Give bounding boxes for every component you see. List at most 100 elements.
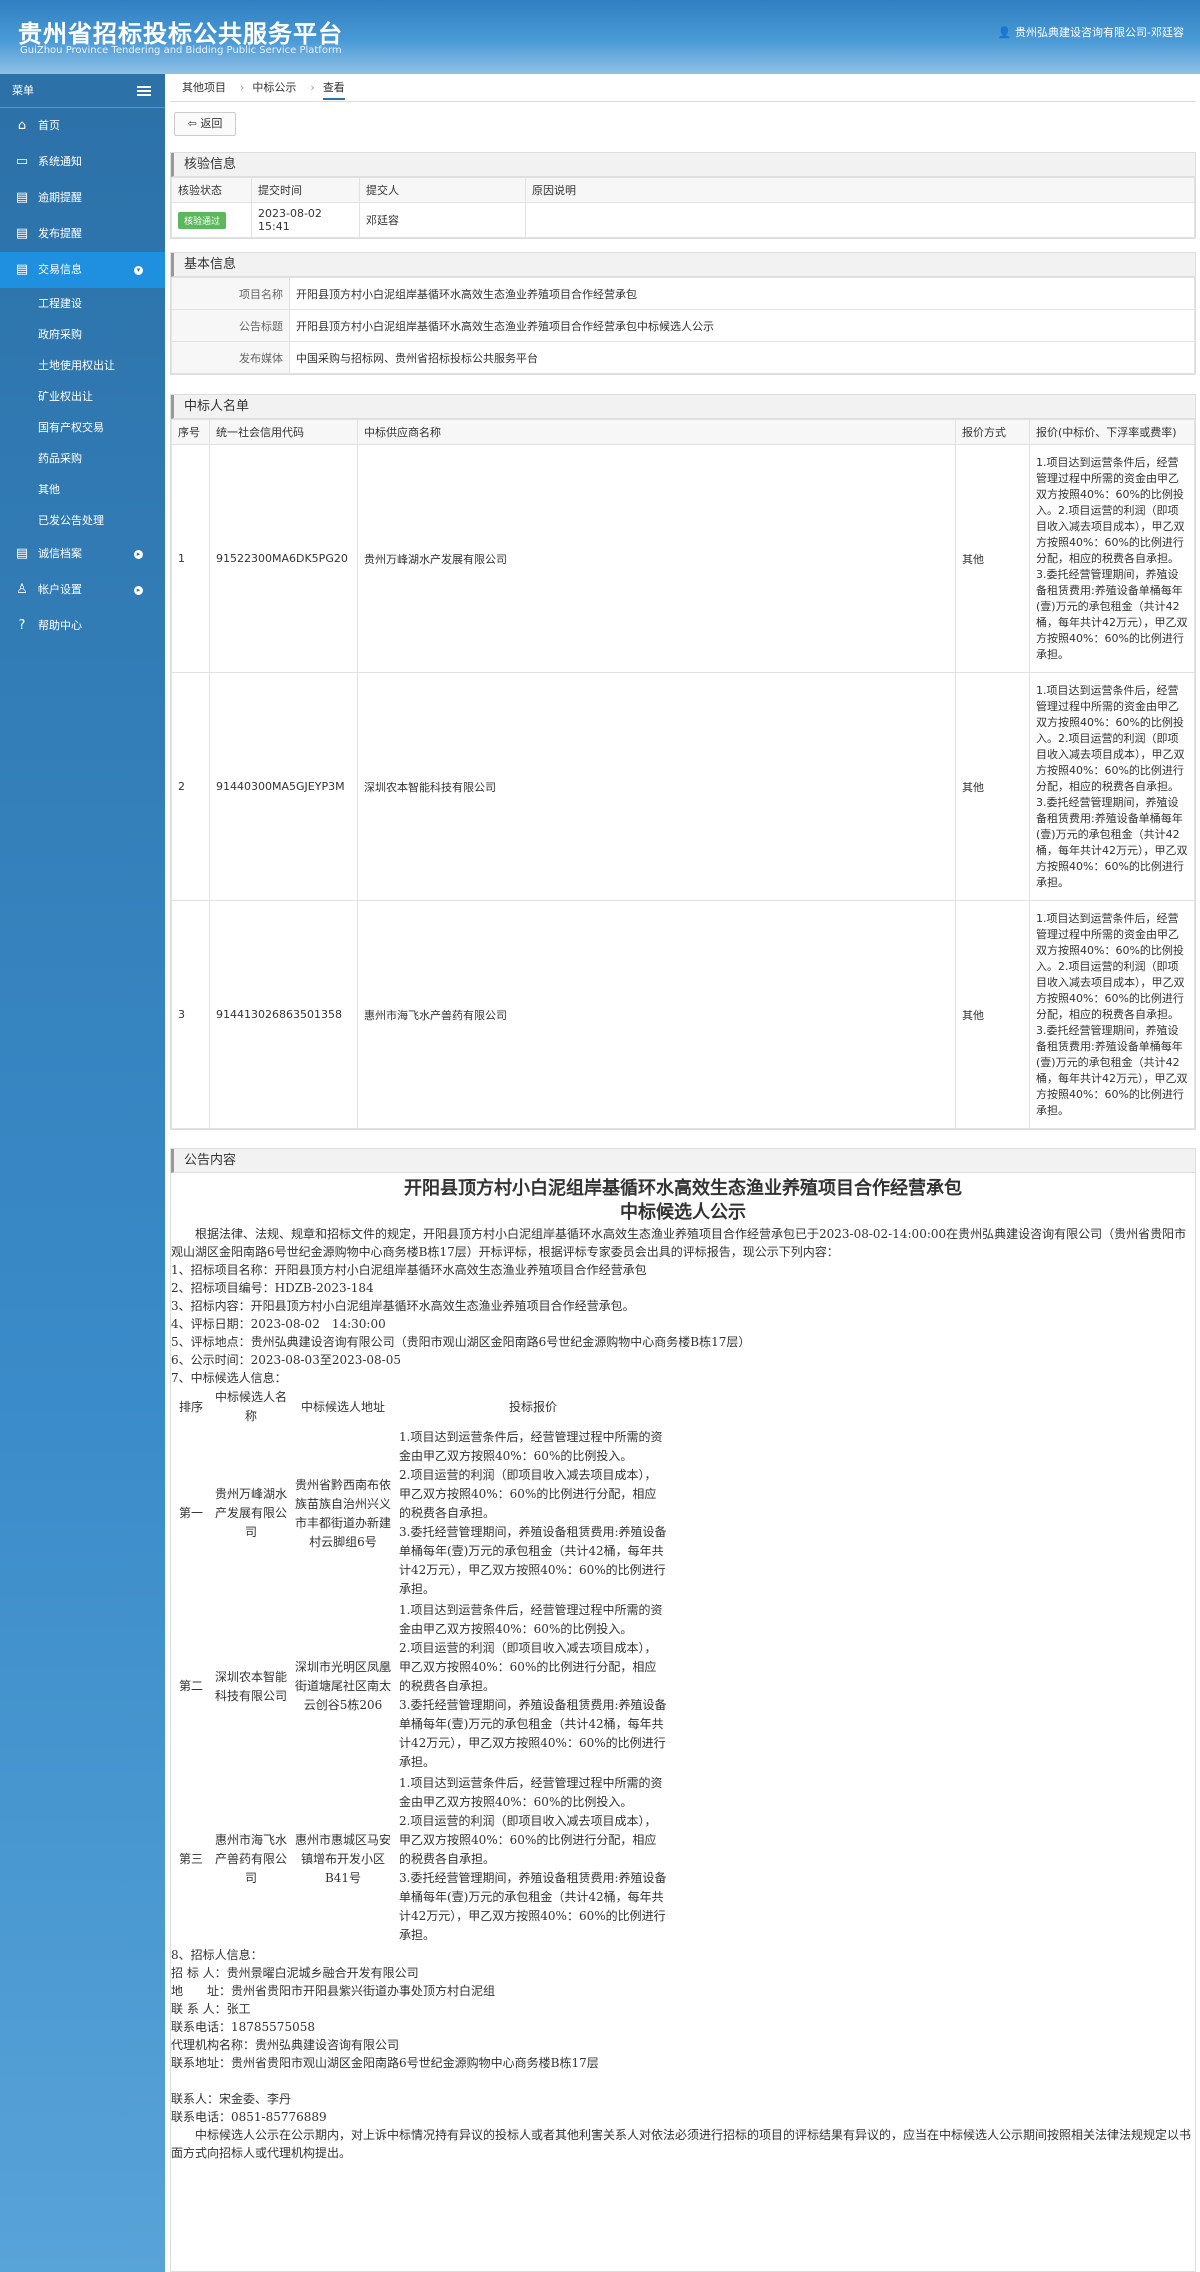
sidebar: 菜单 ⌂ 首页 ▭ 系统通知 ▤ 逾期提醒 ▤ 发布提醒 ▤ 交易信息 ▾ 工程建设 政府采… xyxy=(0,74,165,2272)
quote-line: 2.项目运营的利润（即项目收入减去项目成本），甲乙双方按照40%：60%的比例进… xyxy=(399,1641,657,1693)
table-row: 第一 贵州万峰湖水产发展有限公司 贵州省黔西南布依族苗族自治州兴义市丰都街道办新… xyxy=(171,1427,671,1600)
table-row: 1 91522300MA6DK5PG20 贵州万峰湖水产发展有限公司 其他 1.… xyxy=(171,444,1195,673)
column-header: 报价方式 xyxy=(955,419,1030,445)
site-subtitle: GuiZhou Province Tendering and Bidding P… xyxy=(20,45,342,56)
row-name: 深圳农本智能科技有限公司 xyxy=(357,672,956,901)
chevron-right-icon: ▸ xyxy=(134,550,143,559)
quote-line: 2.项目运营的利润（即项目收入减去项目成本），甲乙双方按照40%：60%的比例进… xyxy=(399,1814,657,1866)
sidebar-item-overdue[interactable]: ▤ 逾期提醒 xyxy=(0,180,165,216)
field-label: 项目名称 xyxy=(171,277,290,310)
chevron-down-icon: ▾ xyxy=(134,266,143,275)
basic-info-panel: 基本信息 项目名称 开阳县顶方村小白泥组岸基循环水高效生态渔业养殖项目合作经营承包… xyxy=(170,252,1196,375)
breadcrumb-item[interactable]: 其他项目 xyxy=(182,81,226,94)
sidebar-header: 菜单 xyxy=(0,74,165,108)
notice-item: 1、招标项目名称：开阳县顶方村小白泥组岸基循环水高效生态渔业养殖项目合作经营承包 xyxy=(171,1263,647,1277)
winners-panel: 中标人名单 序号 统一社会信用代码 中标供应商名称 报价方式 报价(中标价、下浮… xyxy=(170,394,1196,1130)
sidebar-item-label: 首页 xyxy=(38,119,60,132)
sidebar-item-account[interactable]: ♙ 帐户设置 ▸ xyxy=(0,572,165,608)
sidebar-subitem[interactable]: 已发公告处理 xyxy=(0,505,165,536)
field-label: 发布媒体 xyxy=(171,341,290,374)
table-row: 第三 惠州市海飞水产兽药有限公司 惠州市惠城区马安镇增布开发小区B41号 1.项… xyxy=(171,1773,671,1946)
sidebar-item-help[interactable]: ? 帮助中心 xyxy=(0,608,165,644)
row-remark: 1.项目达到运营条件后，经营管理过程中所需的资金由甲乙双方按照40%：60%的比… xyxy=(1029,444,1195,673)
breadcrumb: 其他项目 › 中标公示 › 查看 xyxy=(170,74,1196,102)
user-icon: ♙ xyxy=(16,582,28,597)
row-no: 1 xyxy=(171,444,210,673)
archive-icon: ▤ xyxy=(15,546,29,561)
notice-title-value: 开阳县顶方村小白泥组岸基循环水高效生态渔业养殖项目合作经营承包中标候选人公示 xyxy=(289,309,1195,342)
sidebar-item-label: 帐户设置 xyxy=(38,583,82,596)
contact-line xyxy=(171,2072,1195,2090)
row-name: 贵州万峰湖水产发展有限公司 xyxy=(357,444,956,673)
sidebar-item-credit[interactable]: ▤ 诚信档案 ▸ xyxy=(0,536,165,572)
quote-line: 1.项目达到运营条件后，经营管理过程中所需的资金由甲乙双方按照40%：60%的比… xyxy=(399,1776,663,1809)
candidate-quote: 1.项目达到运营条件后，经营管理过程中所需的资金由甲乙双方按照40%：60%的比… xyxy=(395,1600,671,1773)
back-button[interactable]: ⇦ 返回 xyxy=(174,112,236,136)
candidate-rank: 第三 xyxy=(178,1852,203,1866)
candidate-quote: 1.项目达到运营条件后，经营管理过程中所需的资金由甲乙双方按照40%：60%的比… xyxy=(395,1773,671,1946)
inbox-icon: ▤ xyxy=(15,262,29,277)
breadcrumb-current: 查看 xyxy=(322,81,345,100)
field-label: 公告标题 xyxy=(171,309,290,342)
column-header: 提交人 xyxy=(359,177,526,203)
row-no: 2 xyxy=(171,672,210,901)
sidebar-item-label: 交易信息 xyxy=(38,263,82,276)
user-menu[interactable]: 👤 贵州弘典建设咨询有限公司-邓廷容 xyxy=(998,24,1184,40)
sidebar-item-label: 系统通知 xyxy=(38,155,82,168)
back-icon: ⇦ xyxy=(187,117,197,130)
contact-line: 招 标 人：贵州景曜白泥城乡融合开发有限公司 xyxy=(171,1966,419,1980)
row-no: 3 xyxy=(171,900,210,1129)
row-code: 91440300MA5GJEYP3M xyxy=(209,672,358,901)
row-code: 914413026863501358 xyxy=(209,900,358,1129)
quote-line: 3.委托经营管理期间，养殖设备租赁费用:养殖设备单桶每年(壹)万元的承包租金（共… xyxy=(399,1871,667,1942)
sidebar-subitem[interactable]: 矿业权出让 xyxy=(0,381,165,412)
audit-panel: 核验信息 核验状态 提交时间 提交人 原因说明 核验通过 2023-08-02 … xyxy=(170,152,1196,239)
candidate-address: 深圳市光明区凤凰街道塘尾社区南太云创谷5栋206 xyxy=(295,1660,392,1712)
sidebar-item-home[interactable]: ⌂ 首页 xyxy=(0,108,165,144)
sidebar-item-trade[interactable]: ▤ 交易信息 ▾ xyxy=(0,252,165,288)
time-cell: 2023-08-02 15:41 xyxy=(251,202,360,238)
table-row: 2 91440300MA5GJEYP3M 深圳农本智能科技有限公司 其他 1.项… xyxy=(171,672,1195,901)
monitor-icon: ▭ xyxy=(15,154,29,169)
candidate-address: 惠州市惠城区马安镇增布开发小区B41号 xyxy=(295,1833,392,1885)
notice-footer: 中标候选人公示在公示期内，对上诉中标情况持有异议的投标人或者其他利害关系人对依法… xyxy=(171,2128,1192,2160)
inbox-icon: ▤ xyxy=(15,190,29,205)
notice-item: 7、中标候选人信息： xyxy=(171,1371,287,1385)
quote-line: 2.项目运营的利润（即项目收入减去项目成本），甲乙双方按照40%：60%的比例进… xyxy=(399,1468,657,1520)
contact-line: 联 系 人：张工 xyxy=(171,2002,251,2016)
main-content: 其他项目 › 中标公示 › 查看 ⇦ 返回 核验信息 核验状态 提交时间 提交人 原因说… xyxy=(170,74,1196,2272)
top-header: 贵州省招标投标公共服务平台 GuiZhou Province Tendering… xyxy=(0,0,1200,74)
notice-item: 4、评标日期：2023-08-02 14:30:00 xyxy=(171,1317,386,1331)
help-icon: ? xyxy=(18,618,26,633)
contact-line: 联系地址：贵州省贵阳市观山湖区金阳南路6号世纪金源购物中心商务楼B栋17层 xyxy=(171,2056,599,2070)
panel-title: 核验信息 xyxy=(171,153,1195,177)
sidebar-title: 菜单 xyxy=(12,84,34,97)
breadcrumb-item[interactable]: 中标公示 xyxy=(252,81,296,94)
sidebar-subitem[interactable]: 政府采购 xyxy=(0,319,165,350)
row-remark: 1.项目达到运营条件后，经营管理过程中所需的资金由甲乙双方按照40%：60%的比… xyxy=(1029,672,1195,901)
user-icon: 👤 xyxy=(997,26,1012,39)
column-header: 提交时间 xyxy=(251,177,360,203)
menu-toggle-icon[interactable] xyxy=(137,86,151,96)
inbox-icon: ▤ xyxy=(15,226,29,241)
sidebar-subitem[interactable]: 其他 xyxy=(0,474,165,505)
row-mode: 其他 xyxy=(955,444,1030,673)
candidate-quote: 1.项目达到运营条件后，经营管理过程中所需的资金由甲乙双方按照40%：60%的比… xyxy=(395,1427,671,1600)
sidebar-subitem[interactable]: 药品采购 xyxy=(0,443,165,474)
notice-body: 开阳县顶方村小白泥组岸基循环水高效生态渔业养殖项目合作经营承包 中标候选人公示 … xyxy=(171,1173,1195,2162)
panel-title: 基本信息 xyxy=(171,253,1195,277)
sidebar-item-notice[interactable]: ▭ 系统通知 xyxy=(0,144,165,180)
quote-line: 1.项目达到运营条件后，经营管理过程中所需的资金由甲乙双方按照40%：60%的比… xyxy=(399,1603,663,1636)
person-cell: 邓廷容 xyxy=(359,202,526,238)
sidebar-subitem[interactable]: 工程建设 xyxy=(0,288,165,319)
table-row: 第二 深圳农本智能科技有限公司 深圳市光明区凤凰街道塘尾社区南太云创谷5栋206… xyxy=(171,1600,671,1773)
sidebar-subitem[interactable]: 土地使用权出让 xyxy=(0,350,165,381)
sidebar-item-publish[interactable]: ▤ 发布提醒 xyxy=(0,216,165,252)
column-header: 排序 xyxy=(178,1399,203,1414)
column-header: 序号 xyxy=(171,419,210,445)
sidebar-subitem[interactable]: 国有产权交易 xyxy=(0,412,165,443)
chevron-right-icon: › xyxy=(310,81,315,94)
chevron-right-icon: › xyxy=(240,81,245,94)
notice-subheading: 中标候选人公示 xyxy=(620,1202,746,1223)
quote-line: 1.项目达到运营条件后，经营管理过程中所需的资金由甲乙双方按照40%：60%的比… xyxy=(399,1430,663,1463)
